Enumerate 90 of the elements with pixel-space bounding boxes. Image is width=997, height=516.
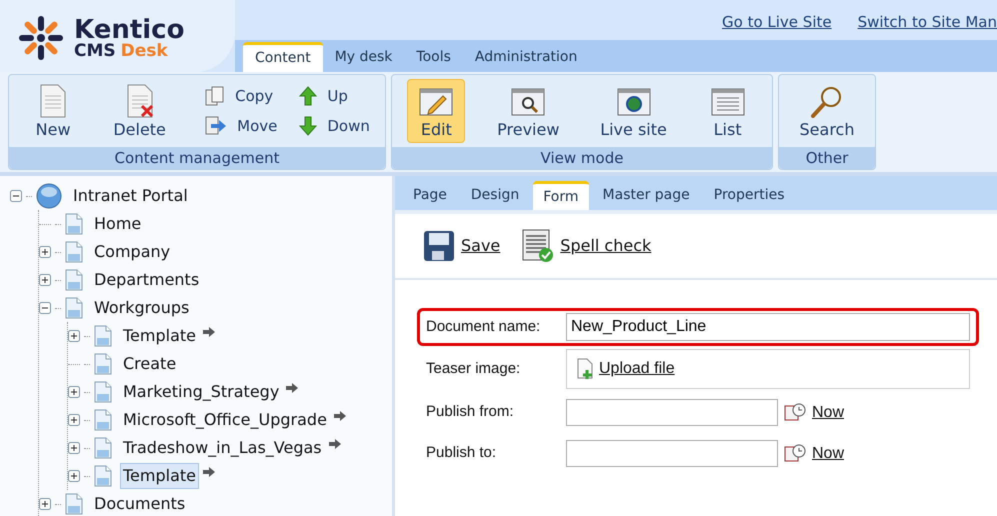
toolbar-button[interactable]: Preview — [488, 79, 568, 143]
tree-item[interactable]: Microsoft_Office_Upgrade — [120, 407, 330, 433]
date-field[interactable] — [566, 440, 778, 467]
page-icon — [94, 409, 112, 431]
main-tab[interactable]: Administration — [462, 42, 590, 72]
page-tab[interactable]: Form — [533, 181, 589, 210]
field-label: Document name: — [426, 316, 542, 337]
expand-icon[interactable] — [68, 414, 80, 426]
save-icon — [423, 230, 455, 262]
page-icon — [65, 269, 83, 291]
header-link[interactable]: Go to Live Site — [722, 10, 832, 34]
toolbar-button[interactable]: Up — [299, 84, 370, 107]
tree-item[interactable]: Create — [120, 351, 180, 377]
page-icon — [94, 381, 112, 403]
expand-icon[interactable] — [68, 442, 80, 454]
tree-item[interactable]: Home — [91, 211, 144, 237]
header-link[interactable]: Switch to Site Man — [858, 10, 997, 34]
down-arrow-icon — [299, 116, 318, 136]
main-tab[interactable]: Content — [243, 42, 323, 72]
toolbar-button[interactable]: Down — [299, 115, 370, 138]
toolbar-button[interactable]: Live site — [591, 79, 676, 143]
toolbar-button[interactable]: New — [24, 79, 82, 143]
page-icon — [94, 465, 112, 487]
page-icon — [94, 437, 112, 459]
page-icon — [94, 353, 112, 375]
toolbar-button[interactable]: Delete — [104, 79, 175, 143]
tree-item[interactable]: Workgroups — [91, 295, 192, 321]
group-label: Other — [779, 147, 875, 169]
tree-item[interactable]: Tradeshow_in_Las_Vegas — [120, 435, 325, 461]
group-label: View mode — [392, 147, 772, 169]
spell-check-icon — [522, 229, 554, 263]
action-link[interactable]: Save — [461, 234, 500, 258]
calendar-icon — [784, 442, 806, 464]
toolbar-button[interactable]: List — [698, 79, 757, 143]
globe-window-icon — [616, 88, 651, 118]
page-icon — [94, 325, 112, 347]
now-link[interactable]: Now — [812, 442, 844, 466]
preview-window-icon — [511, 88, 546, 118]
delete-document-icon — [126, 84, 154, 118]
page-tab[interactable]: Design — [460, 181, 530, 210]
collapse-icon[interactable] — [10, 190, 22, 202]
field-label: Publish from: — [426, 402, 515, 422]
page-tab[interactable]: Master page — [592, 181, 700, 210]
field-label: Teaser image: — [426, 358, 522, 379]
up-arrow-icon — [299, 86, 318, 106]
toolbar-button[interactable]: Move — [205, 115, 278, 138]
expand-icon[interactable] — [68, 330, 80, 342]
toolbar-button[interactable]: Edit — [407, 79, 466, 143]
expand-icon[interactable] — [68, 470, 80, 482]
tree-item[interactable]: Departments — [91, 267, 202, 293]
logo-product-accent: Desk — [120, 42, 168, 60]
edit-window-icon — [419, 88, 454, 118]
tree-item[interactable]: Documents — [91, 491, 188, 516]
page-icon — [65, 213, 83, 235]
new-document-icon — [39, 84, 68, 118]
tree-item[interactable]: Company — [91, 239, 174, 265]
collapse-icon[interactable] — [39, 302, 51, 314]
tree-item[interactable]: Intranet Portal — [70, 183, 191, 209]
expand-icon[interactable] — [39, 246, 51, 258]
globe-icon — [36, 183, 62, 209]
logo-icon — [16, 13, 66, 63]
logo-text: Kentico — [74, 16, 184, 42]
search-icon — [810, 86, 844, 118]
now-link[interactable]: Now — [812, 400, 844, 424]
copy-icon — [205, 86, 226, 106]
tree-item[interactable]: Template — [120, 463, 200, 489]
upload-link[interactable]: Upload file — [599, 357, 675, 381]
expand-icon[interactable] — [68, 386, 80, 398]
page-tab[interactable]: Properties — [704, 181, 795, 210]
main-tab[interactable]: Tools — [404, 42, 463, 72]
toolbar-button[interactable]: Search — [790, 79, 864, 143]
date-field[interactable] — [566, 399, 778, 426]
list-window-icon — [710, 88, 745, 118]
expand-icon[interactable] — [39, 274, 51, 286]
add-file-icon — [577, 358, 595, 380]
logo-product: CMS — [74, 42, 116, 60]
group-label: Content management — [9, 147, 385, 169]
field-label: Publish to: — [426, 443, 498, 464]
calendar-icon — [784, 402, 806, 424]
page-icon — [65, 241, 83, 263]
expand-icon[interactable] — [39, 498, 51, 510]
main-tab[interactable]: My desk — [322, 42, 404, 72]
page-icon — [65, 297, 83, 319]
tree-item[interactable]: Marketing_Strategy — [120, 379, 282, 405]
page-tab[interactable]: Page — [403, 181, 457, 210]
toolbar-button[interactable]: Copy — [205, 84, 278, 107]
action-link[interactable]: Spell check — [560, 234, 652, 258]
text-field[interactable]: New_Product_Line — [566, 313, 970, 341]
tree-item[interactable]: Template — [120, 323, 200, 349]
move-icon — [205, 116, 228, 136]
